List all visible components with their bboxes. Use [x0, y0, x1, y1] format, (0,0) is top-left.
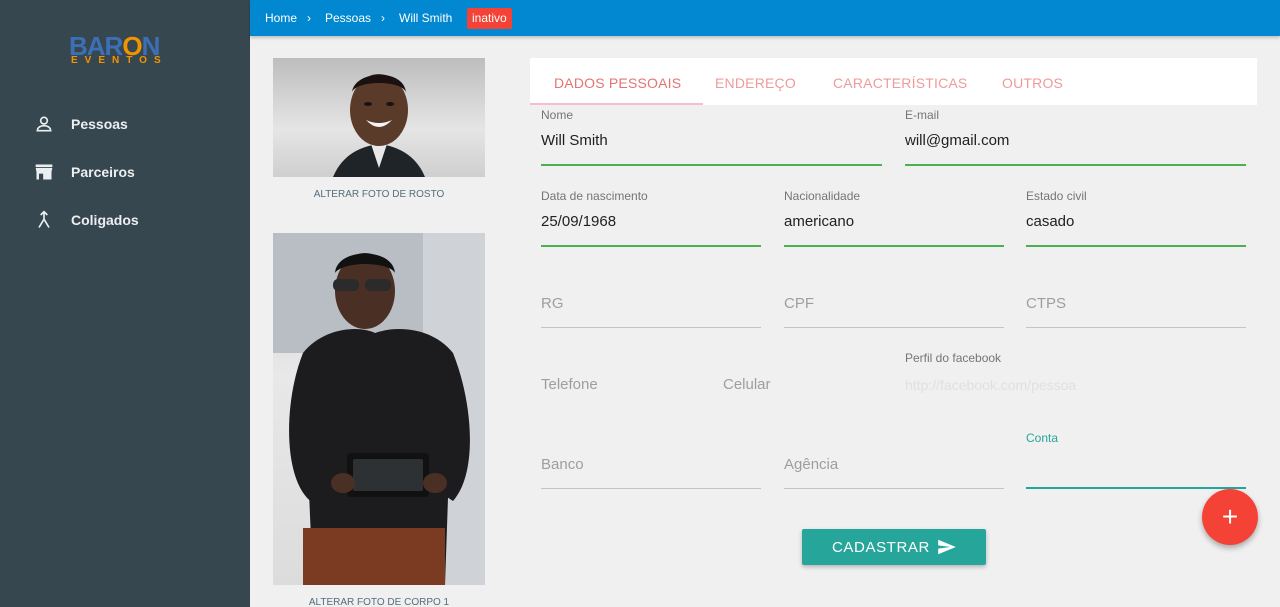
sidebar-item-coligados[interactable]: Coligados: [0, 200, 250, 240]
breadcrumb-home[interactable]: Home: [265, 11, 297, 25]
body-photo-image: [273, 233, 485, 585]
breadcrumb-separator: ›: [381, 11, 385, 25]
merge-icon: [38, 210, 50, 228]
cpf-field[interactable]: CPF: [784, 270, 1004, 328]
change-body-photo-link[interactable]: ALTERAR FOTO DE CORPO 1: [273, 597, 485, 607]
rg-underline: [541, 327, 761, 328]
ctps-underline: [1026, 327, 1246, 328]
conta-field[interactable]: Conta: [1026, 431, 1246, 489]
nome-label: Nome: [541, 108, 574, 122]
send-icon: [938, 539, 956, 555]
nationality-underline: [784, 245, 1004, 247]
baron-eventos-logo[interactable]: BARON EVENTOS: [69, 33, 184, 67]
marital-status-field[interactable]: Estado civil casado: [1026, 189, 1246, 247]
birthdate-field[interactable]: Data de nascimento 25/09/1968: [541, 189, 761, 247]
plus-icon: +: [1221, 501, 1239, 532]
sidebar: BARON EVENTOS Pessoas Parceiros Coligado…: [0, 0, 250, 607]
agencia-underline: [784, 488, 1004, 489]
marital-status-underline: [1026, 245, 1246, 247]
facebook-field[interactable]: Perfil do facebook http://facebook.com/p…: [905, 351, 1246, 409]
person-icon: [36, 116, 52, 132]
cpf-underline: [784, 327, 1004, 328]
facebook-label: Perfil do facebook: [905, 351, 1002, 365]
face-photo[interactable]: [273, 58, 485, 177]
telefone-placeholder: Telefone: [541, 376, 598, 393]
rg-placeholder: RG: [541, 295, 564, 312]
logo-subtitle: EVENTOS: [71, 55, 168, 66]
birthdate-underline: [541, 245, 761, 247]
store-icon: [35, 164, 53, 180]
sidebar-item-pessoas[interactable]: Pessoas: [0, 104, 250, 144]
banco-placeholder: Banco: [541, 456, 584, 473]
cadastrar-button[interactable]: CADASTRAR: [802, 529, 986, 565]
face-photo-image: [333, 74, 425, 177]
active-tab-indicator: [530, 103, 703, 105]
email-underline: [905, 164, 1246, 166]
email-value: will@gmail.com: [905, 132, 1010, 149]
birthdate-label: Data de nascimento: [541, 189, 648, 203]
sidebar-item-label: Pessoas: [71, 116, 128, 132]
nome-field[interactable]: Nome Will Smith: [541, 108, 882, 166]
tab-caracteristicas[interactable]: CARACTERÍSTICAS: [833, 75, 967, 91]
tab-dados-pessoais[interactable]: DADOS PESSOAIS: [554, 75, 681, 91]
marital-status-label: Estado civil: [1026, 189, 1087, 203]
facebook-placeholder: http://facebook.com/pessoa: [905, 377, 1077, 393]
tab-outros[interactable]: OUTROS: [1002, 75, 1063, 91]
birthdate-value: 25/09/1968: [541, 213, 617, 230]
rg-field[interactable]: RG: [541, 270, 761, 328]
agencia-placeholder: Agência: [784, 456, 839, 473]
breadcrumb-pessoas[interactable]: Pessoas: [325, 11, 371, 25]
nationality-value: americano: [784, 213, 855, 230]
cadastrar-label: CADASTRAR: [832, 539, 930, 556]
banco-underline: [541, 488, 761, 489]
sidebar-item-label: Parceiros: [71, 164, 135, 180]
celular-placeholder: Celular: [723, 376, 771, 393]
sidebar-item-label: Coligados: [71, 212, 139, 228]
status-badge: inativo: [467, 8, 512, 29]
sidebar-item-parceiros[interactable]: Parceiros: [0, 152, 250, 192]
conta-label: Conta: [1026, 431, 1059, 445]
breadcrumb-separator: ›: [307, 11, 311, 25]
marital-status-value: casado: [1026, 213, 1075, 230]
email-field[interactable]: E-mail will@gmail.com: [905, 108, 1246, 166]
tab-bar: DADOS PESSOAIS ENDEREÇO CARACTERÍSTICAS …: [530, 58, 1257, 105]
body-photo[interactable]: [273, 233, 485, 585]
celular-field[interactable]: Celular: [723, 351, 883, 409]
ctps-field[interactable]: CTPS: [1026, 270, 1246, 328]
email-label: E-mail: [905, 108, 940, 122]
agencia-field[interactable]: Agência: [784, 431, 1004, 489]
cpf-placeholder: CPF: [784, 295, 814, 312]
add-fab-button[interactable]: +: [1202, 489, 1258, 545]
ctps-placeholder: CTPS: [1026, 295, 1067, 312]
nationality-field[interactable]: Nacionalidade americano: [784, 189, 1004, 247]
nome-underline: [541, 164, 882, 166]
top-bar: Home › Pessoas › Will Smith inativo: [250, 0, 1280, 36]
telefone-field[interactable]: Telefone: [541, 351, 701, 409]
banco-field[interactable]: Banco: [541, 431, 761, 489]
nationality-label: Nacionalidade: [784, 189, 861, 203]
nome-value: Will Smith: [541, 132, 608, 149]
breadcrumb-current: Will Smith: [399, 11, 453, 25]
tab-endereco[interactable]: ENDEREÇO: [715, 75, 796, 91]
change-face-photo-link[interactable]: ALTERAR FOTO DE ROSTO: [273, 189, 485, 200]
